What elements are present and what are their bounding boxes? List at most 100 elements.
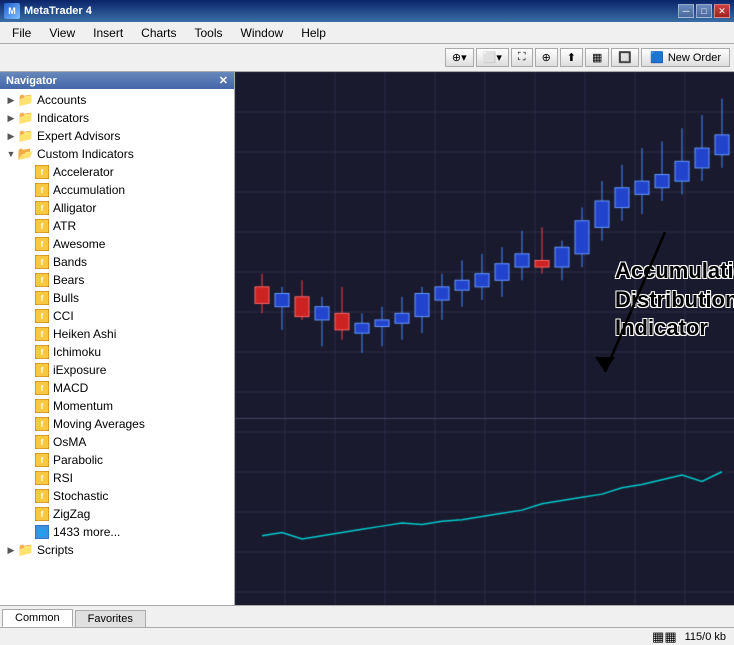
spacer-momentum <box>20 399 34 413</box>
indicator-icon-cci: f <box>34 308 50 324</box>
navigator-panel: Navigator ✕ ▶📁Accounts▶📁Indicators▶📁Expe… <box>0 72 235 605</box>
menu-help[interactable]: Help <box>293 24 334 42</box>
tree-label-moving-averages: Moving Averages <box>53 417 145 431</box>
status-icon: ▦▦ <box>652 629 677 645</box>
menu-file[interactable]: File <box>4 24 39 42</box>
tree-item-alligator[interactable]: f Alligator <box>0 199 234 217</box>
menu-view[interactable]: View <box>41 24 83 42</box>
tree-label-stochastic: Stochastic <box>53 489 108 503</box>
tree-item-momentum[interactable]: f Momentum <box>0 397 234 415</box>
tree-item-indicators[interactable]: ▶📁Indicators <box>0 109 234 127</box>
toolbar-btn-1[interactable]: ⊕▾ <box>445 48 474 67</box>
indicator-icon-atr: f <box>34 218 50 234</box>
tree-item-iexposure[interactable]: f iExposure <box>0 361 234 379</box>
tree-item-bulls[interactable]: f Bulls <box>0 289 234 307</box>
title-bar: M MetaTrader 4 ─ □ ✕ <box>0 0 734 22</box>
svg-text:f: f <box>41 384 44 393</box>
svg-text:f: f <box>41 240 44 249</box>
svg-text:f: f <box>41 258 44 267</box>
toolbar-btn-7[interactable]: 🔲 <box>611 48 639 67</box>
tree-item-heiken-ashi[interactable]: f Heiken Ashi <box>0 325 234 343</box>
tree-label-rsi: RSI <box>53 471 73 485</box>
svg-text:f: f <box>41 510 44 519</box>
chart-area[interactable]: Accumulation Distribution Indicator <box>235 72 734 605</box>
maximize-button[interactable]: □ <box>696 4 712 18</box>
toolbar-btn-5[interactable]: ⬆ <box>560 48 583 67</box>
tree-item-scripts[interactable]: ▶📁Scripts <box>0 541 234 559</box>
tree-item-cci[interactable]: f CCI <box>0 307 234 325</box>
indicator-icon-moving-averages: f <box>34 416 50 432</box>
navigator-tree[interactable]: ▶📁Accounts▶📁Indicators▶📁Expert Advisors▼… <box>0 89 234 605</box>
menu-tools[interactable]: Tools <box>187 24 231 42</box>
toolbar-btn-4[interactable]: ⊕ <box>535 48 558 67</box>
indicator-icon-zigzag: f <box>34 506 50 522</box>
tree-item-parabolic[interactable]: f Parabolic <box>0 451 234 469</box>
tree-item-awesome[interactable]: f Awesome <box>0 235 234 253</box>
app-icon: M <box>4 3 20 19</box>
svg-text:f: f <box>41 168 44 177</box>
new-order-button[interactable]: 🟦 New Order <box>641 48 730 67</box>
toolbar-btn-2[interactable]: ⬜▾ <box>476 48 509 67</box>
svg-text:f: f <box>41 312 44 321</box>
tree-label-indicators: Indicators <box>37 111 89 125</box>
tree-label-accelerator: Accelerator <box>53 165 114 179</box>
indicator-icon-osma: f <box>34 434 50 450</box>
tree-item-accounts[interactable]: ▶📁Accounts <box>0 91 234 109</box>
toolbar-btn-3[interactable]: ⛶ <box>511 48 533 67</box>
navigator-close-button[interactable]: ✕ <box>219 74 228 87</box>
menu-insert[interactable]: Insert <box>85 24 131 42</box>
tree-item-custom-indicators[interactable]: ▼📂Custom Indicators <box>0 145 234 163</box>
toolbar-btn-6[interactable]: ▦ <box>585 48 609 67</box>
menu-charts[interactable]: Charts <box>133 24 184 42</box>
navigator-title: Navigator <box>6 75 57 87</box>
tree-item-stochastic[interactable]: f Stochastic <box>0 487 234 505</box>
tree-item-accelerator[interactable]: f Accelerator <box>0 163 234 181</box>
svg-text:f: f <box>41 420 44 429</box>
tree-label-more: 1433 more... <box>53 525 120 539</box>
tree-item-atr[interactable]: f ATR <box>0 217 234 235</box>
spacer-iexposure <box>20 363 34 377</box>
spacer-rsi <box>20 471 34 485</box>
indicator-icon-stochastic: f <box>34 488 50 504</box>
spacer-heiken-ashi <box>20 327 34 341</box>
folder-icon-indicators: 📁 <box>18 110 34 126</box>
svg-text:f: f <box>41 294 44 303</box>
svg-text:f: f <box>41 276 44 285</box>
title-bar-controls: ─ □ ✕ <box>678 4 730 18</box>
indicator-icon-awesome: f <box>34 236 50 252</box>
spacer-bears <box>20 273 34 287</box>
tree-label-alligator: Alligator <box>53 201 96 215</box>
spacer-more <box>20 525 34 539</box>
tree-item-expert-advisors[interactable]: ▶📁Expert Advisors <box>0 127 234 145</box>
tree-label-accumulation: Accumulation <box>53 183 125 197</box>
tree-item-zigzag[interactable]: f ZigZag <box>0 505 234 523</box>
spacer-macd <box>20 381 34 395</box>
tree-item-accumulation[interactable]: f Accumulation <box>0 181 234 199</box>
tree-label-bears: Bears <box>53 273 84 287</box>
tree-label-ichimoku: Ichimoku <box>53 345 101 359</box>
spacer-parabolic <box>20 453 34 467</box>
tree-item-osma[interactable]: f OsMA <box>0 433 234 451</box>
indicator-icon-macd: f <box>34 380 50 396</box>
minimize-button[interactable]: ─ <box>678 4 694 18</box>
tree-item-more[interactable]: 🌐 1433 more... <box>0 523 234 541</box>
tab-common[interactable]: Common <box>2 609 73 627</box>
tree-item-bands[interactable]: f Bands <box>0 253 234 271</box>
tree-label-expert-advisors: Expert Advisors <box>37 129 120 143</box>
tab-favorites[interactable]: Favorites <box>75 610 146 627</box>
tree-item-bears[interactable]: f Bears <box>0 271 234 289</box>
indicator-icon-heiken-ashi: f <box>34 326 50 342</box>
spacer-atr <box>20 219 34 233</box>
menu-window[interactable]: Window <box>233 24 292 42</box>
tree-item-rsi[interactable]: f RSI <box>0 469 234 487</box>
indicator-icon-bulls: f <box>34 290 50 306</box>
spacer-osma <box>20 435 34 449</box>
tree-item-macd[interactable]: f MACD <box>0 379 234 397</box>
tree-item-moving-averages[interactable]: f Moving Averages <box>0 415 234 433</box>
close-button[interactable]: ✕ <box>714 4 730 18</box>
tree-item-ichimoku[interactable]: f Ichimoku <box>0 343 234 361</box>
svg-text:f: f <box>41 204 44 213</box>
tree-label-heiken-ashi: Heiken Ashi <box>53 327 116 341</box>
spacer-zigzag <box>20 507 34 521</box>
tree-label-accounts: Accounts <box>37 93 86 107</box>
